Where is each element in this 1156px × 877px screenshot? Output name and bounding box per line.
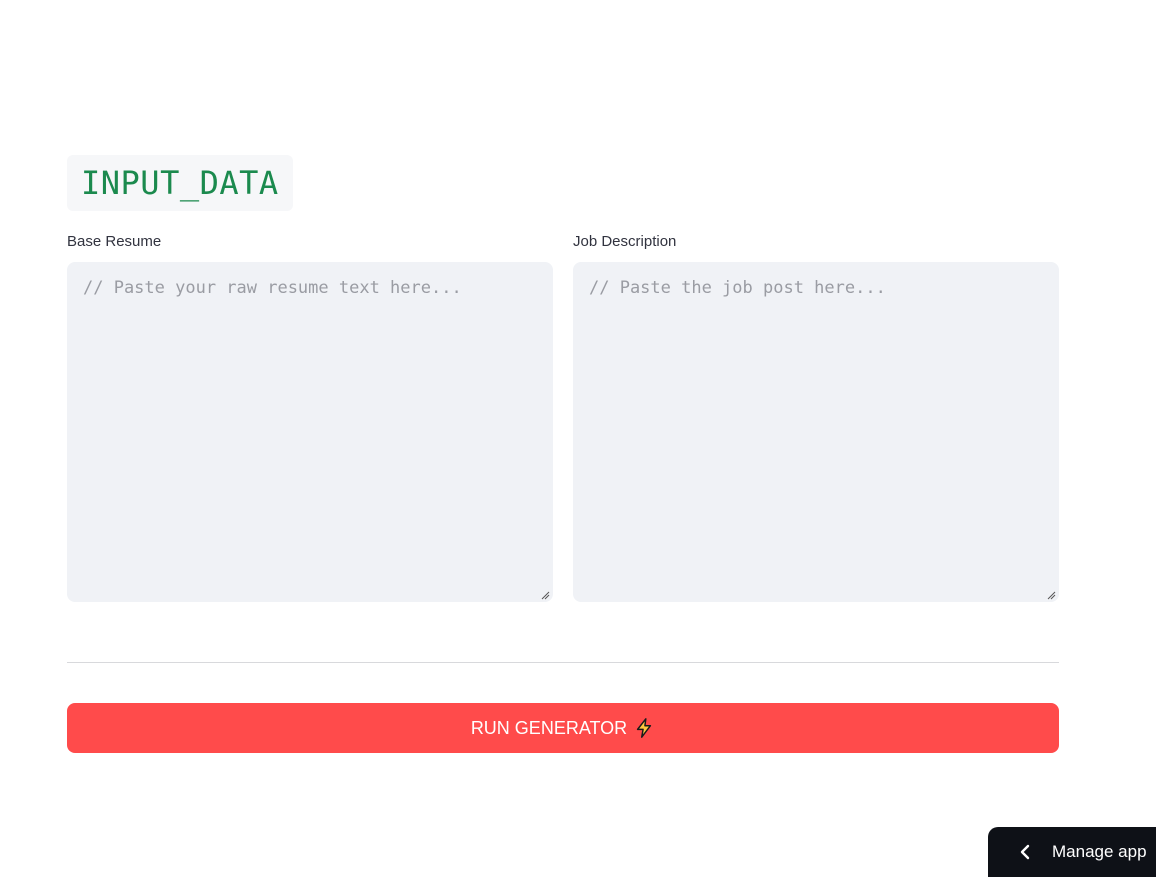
manage-app-label: Manage app: [1052, 842, 1147, 861]
divider: [67, 662, 1059, 663]
base-resume-textarea[interactable]: [67, 262, 553, 602]
base-resume-input-wrap: [67, 262, 553, 602]
job-description-field: Job Description: [573, 232, 1059, 602]
job-description-label: Job Description: [573, 233, 677, 250]
section-heading-text: INPUT_DATA: [81, 164, 279, 202]
manage-app-button[interactable]: Manage app: [988, 827, 1156, 877]
base-resume-field: Base Resume: [67, 232, 553, 602]
chevron-left-icon: [1018, 844, 1032, 860]
base-resume-label: Base Resume: [67, 233, 162, 250]
run-generator-button[interactable]: RUN GENERATOR: [67, 703, 1059, 753]
lightning-bolt-icon: [633, 717, 655, 739]
run-generator-label: RUN GENERATOR: [470, 717, 628, 738]
section-heading: INPUT_DATA: [67, 155, 293, 211]
job-description-input-wrap: [573, 262, 1059, 602]
job-description-textarea[interactable]: [573, 262, 1059, 602]
